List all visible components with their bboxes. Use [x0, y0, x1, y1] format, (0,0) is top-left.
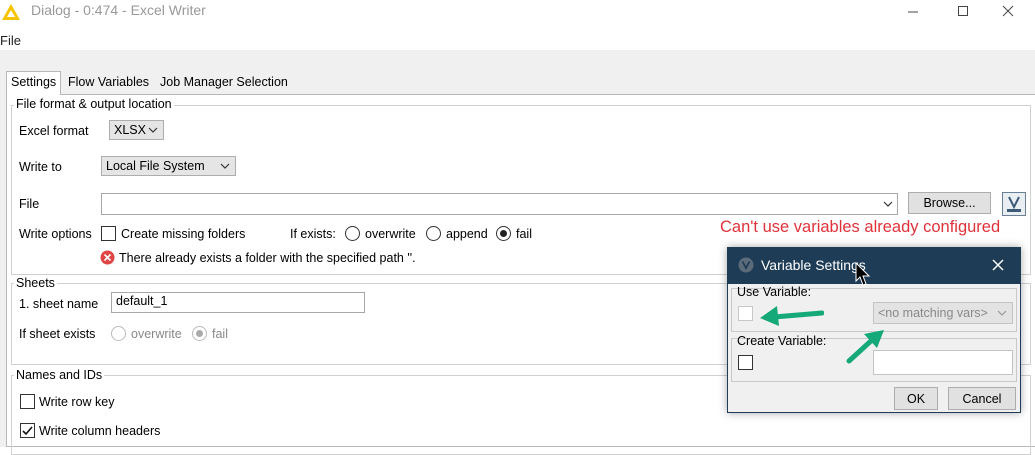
sheet-overwrite-label: overwrite — [131, 327, 182, 341]
file-path-input[interactable] — [101, 193, 898, 215]
tab-job-manager-selection[interactable]: Job Manager Selection — [156, 72, 292, 94]
variable-icon — [738, 257, 754, 273]
sheet-name-value: default_1 — [116, 294, 168, 308]
write-to-label: Write to — [19, 160, 62, 174]
error-message: There already exists a folder with the s… — [119, 251, 416, 265]
create-variable-input[interactable] — [873, 350, 1013, 375]
maximize-icon — [958, 6, 968, 16]
excel-format-label: Excel format — [19, 124, 89, 138]
chevron-down-icon — [148, 127, 158, 133]
sheets-group-title: Sheets — [14, 276, 57, 290]
close-window-button[interactable] — [985, 0, 1031, 22]
arrow-up-right-icon — [846, 328, 886, 364]
write-to-select[interactable]: Local File System — [101, 156, 236, 176]
chevron-down-icon — [220, 163, 230, 169]
write-column-headers-checkbox[interactable] — [20, 423, 35, 438]
minimize-icon — [908, 11, 918, 13]
if-sheet-exists-label: If sheet exists — [19, 327, 96, 341]
excel-format-select[interactable]: XLSX — [109, 120, 164, 140]
sheet-fail-label: fail — [212, 327, 228, 341]
create-missing-folders-label: Create missing folders — [121, 227, 246, 241]
create-missing-folders-checkbox[interactable] — [101, 226, 116, 241]
browse-button[interactable]: Browse... — [908, 192, 991, 214]
chevron-down-icon — [997, 310, 1007, 316]
menu-file[interactable]: File — [0, 33, 21, 48]
names-ids-group-title: Names and IDs — [14, 368, 105, 382]
maximize-button[interactable] — [940, 0, 986, 22]
if-exists-label: If exists: — [290, 227, 336, 241]
write-row-key-checkbox[interactable] — [20, 394, 35, 409]
if-exists-overwrite-radio[interactable] — [345, 226, 360, 241]
tab-flow-variables[interactable]: Flow Variables — [64, 72, 153, 94]
variable-select-value: <no matching vars> — [878, 306, 988, 320]
checkmark-icon — [22, 426, 33, 436]
variable-dialog-close-button[interactable] — [990, 257, 1006, 273]
write-options-label: Write options — [19, 227, 92, 241]
create-variable-checkbox[interactable] — [738, 355, 753, 370]
close-icon — [1002, 5, 1014, 17]
tab-settings[interactable]: Settings — [6, 71, 62, 95]
use-variable-checkbox[interactable] — [738, 306, 753, 321]
sheet-overwrite-radio[interactable] — [111, 326, 126, 341]
minimize-button[interactable] — [890, 0, 936, 22]
error-icon — [100, 250, 115, 265]
window-title: Dialog - 0:474 - Excel Writer — [31, 2, 206, 18]
excel-format-value: XLSX — [114, 123, 146, 137]
write-row-key-label: Write row key — [39, 395, 115, 409]
flow-variable-button[interactable] — [1002, 192, 1026, 216]
variable-icon — [1007, 196, 1021, 212]
arrow-left-icon — [760, 303, 825, 327]
write-to-value: Local File System — [106, 159, 205, 173]
create-variable-label: Create Variable: — [737, 334, 827, 348]
annotation-text: Can't use variables already configured — [720, 218, 1001, 236]
if-exists-append-label: append — [446, 227, 488, 241]
chevron-down-icon — [883, 201, 893, 207]
use-variable-label: Use Variable: — [737, 285, 812, 299]
close-icon — [992, 259, 1004, 271]
write-column-headers-label: Write column headers — [39, 424, 161, 438]
mouse-cursor-icon — [855, 261, 871, 288]
sheet-name-label: 1. sheet name — [19, 297, 99, 311]
variable-dialog-title: Variable Settings — [761, 257, 866, 273]
if-exists-fail-label: fail — [516, 227, 532, 241]
ok-button[interactable]: OK — [894, 387, 938, 410]
if-exists-append-radio[interactable] — [426, 226, 441, 241]
knime-logo-icon — [1, 3, 21, 21]
variable-select[interactable]: <no matching vars> — [873, 302, 1013, 324]
sheet-name-input[interactable]: default_1 — [111, 292, 365, 313]
if-exists-overwrite-label: overwrite — [365, 227, 416, 241]
sheet-fail-radio[interactable] — [192, 326, 207, 341]
cancel-button[interactable]: Cancel — [948, 387, 1016, 410]
if-exists-fail-radio[interactable] — [496, 226, 511, 241]
file-format-group-title: File format & output location — [14, 97, 174, 111]
file-label: File — [19, 197, 40, 211]
